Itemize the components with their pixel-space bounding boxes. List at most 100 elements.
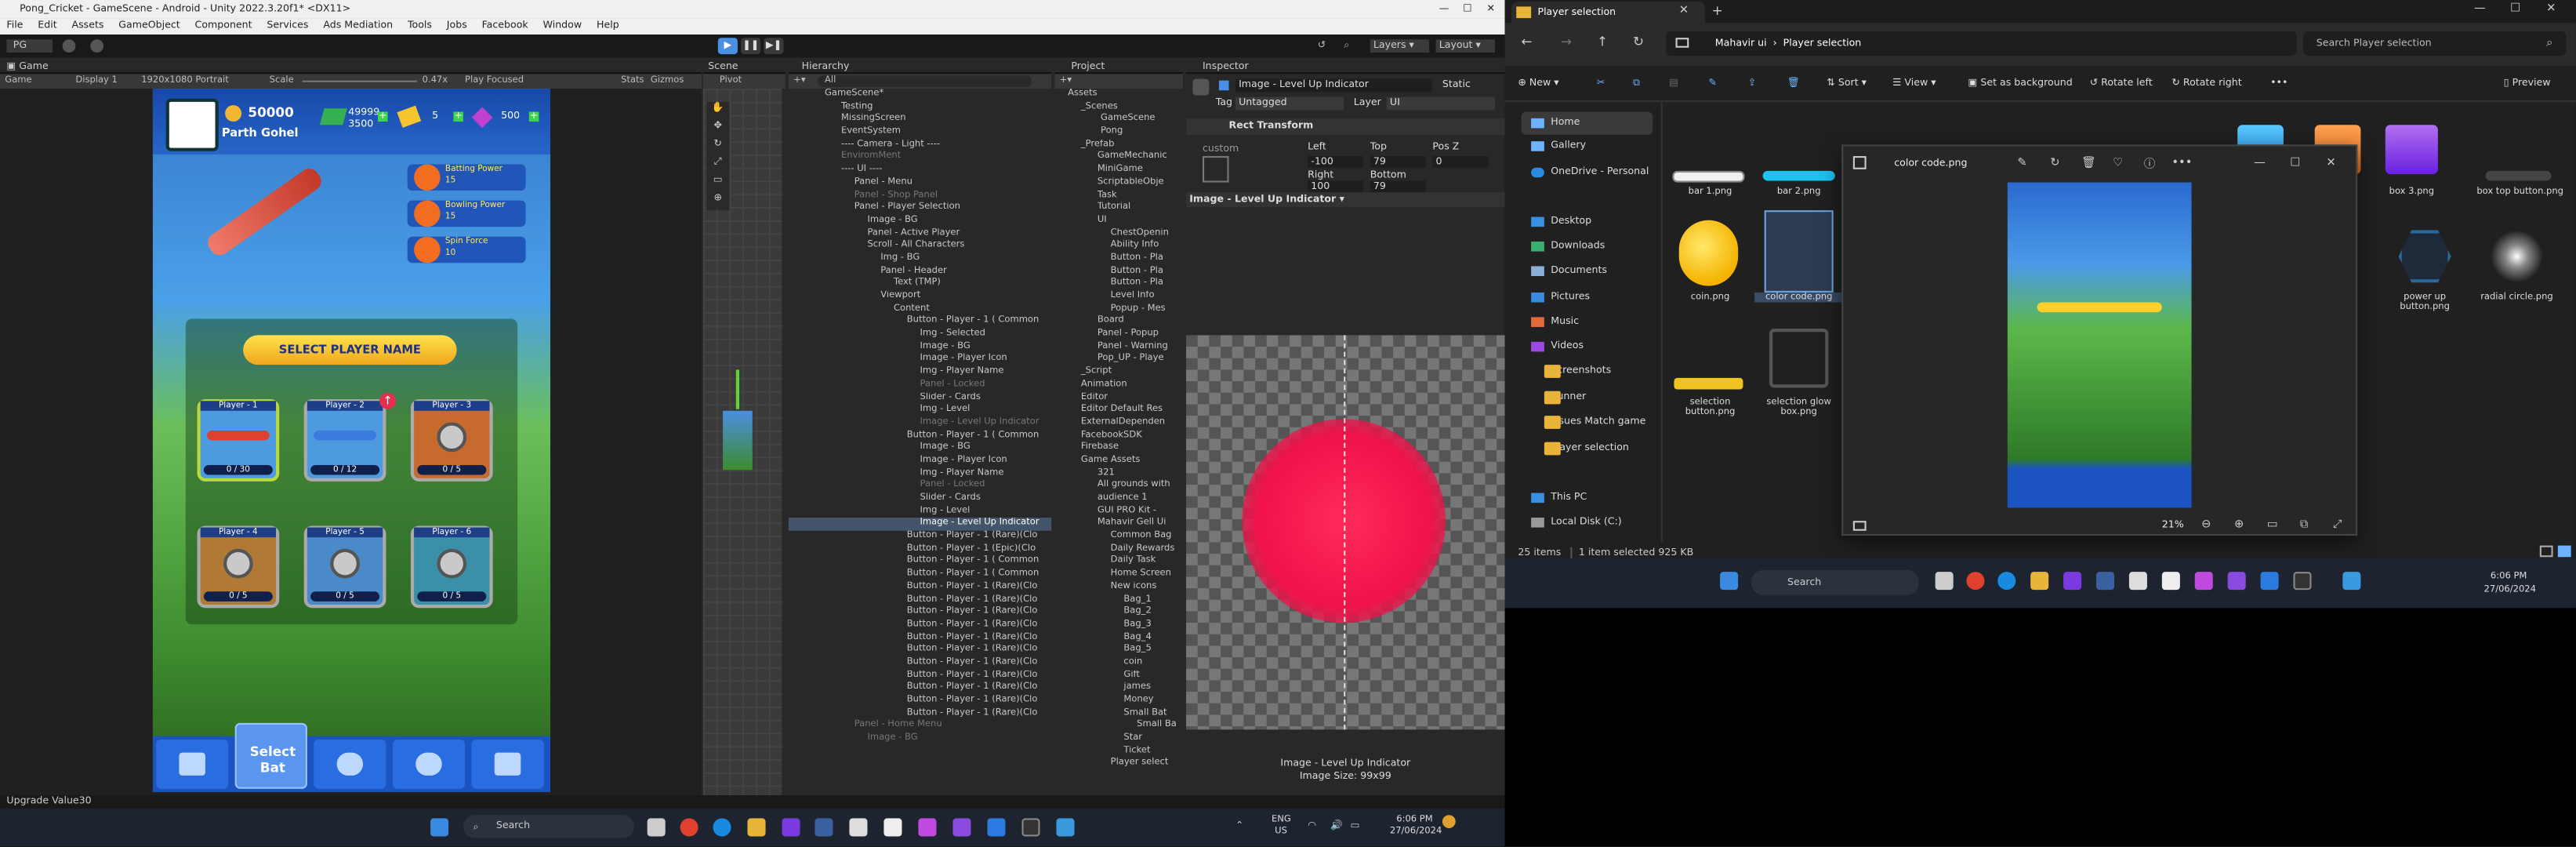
- hierarchy-item[interactable]: Button - Player - 1 (Rare)(Clo: [789, 657, 1051, 670]
- close-tab-icon[interactable]: ✕: [1679, 3, 1689, 16]
- unity-icon[interactable]: [883, 818, 902, 837]
- posz-field[interactable]: 0: [1432, 156, 1489, 168]
- chrome-icon[interactable]: [680, 818, 698, 837]
- app-icon[interactable]: [1056, 818, 1075, 837]
- chrome-icon[interactable]: [1966, 572, 1985, 591]
- pause-button[interactable]: ❚❚: [741, 38, 761, 55]
- hierarchy-item[interactable]: Testing: [789, 101, 1051, 114]
- project-item[interactable]: Bag_5: [1054, 645, 1182, 657]
- rider-icon[interactable]: [918, 818, 937, 837]
- hierarchy-item[interactable]: Text (TMP): [789, 278, 1051, 291]
- app-icon[interactable]: [2260, 572, 2279, 591]
- project-item[interactable]: Daily Task: [1054, 556, 1182, 569]
- new-tab-icon[interactable]: +: [1712, 3, 1723, 18]
- viewer-maximize-icon[interactable]: ☐: [2290, 156, 2300, 169]
- viewer-close-icon[interactable]: ✕: [2326, 156, 2335, 169]
- set-background-button[interactable]: ▣ Set as background: [1968, 77, 2073, 89]
- project-item[interactable]: Level Info: [1054, 291, 1182, 304]
- game-view[interactable]: 50000 Parth Gohel 49999 3500 + 5 + 500 +…: [152, 89, 551, 792]
- hierarchy-item[interactable]: Panel - Active Player: [789, 227, 1051, 240]
- view-button[interactable]: ☰ View ▾: [1892, 77, 1936, 89]
- minimize-button[interactable]: —: [1439, 0, 1449, 18]
- hierarchy-item[interactable]: Button - Player - 1 (Rare)(Clo: [789, 632, 1051, 645]
- hierarchy-item[interactable]: ---- UI ----: [789, 165, 1051, 177]
- rect-transform-header[interactable]: Rect Transform: [1186, 118, 1505, 135]
- task-view-icon[interactable]: [1935, 572, 1954, 591]
- tag-dropdown[interactable]: Untagged: [1235, 96, 1344, 111]
- player-card-3[interactable]: Player - 3 0 / 5: [410, 399, 493, 482]
- tab-game[interactable]: Game: [19, 61, 48, 73]
- rect-tool-icon[interactable]: ▭: [706, 174, 729, 192]
- hierarchy-item[interactable]: Img - Level: [789, 405, 1051, 417]
- layer-dropdown[interactable]: UI: [1386, 96, 1495, 111]
- more-options-icon[interactable]: •••: [2270, 77, 2288, 89]
- project-item[interactable]: Ability Info: [1054, 240, 1182, 253]
- hierarchy-item[interactable]: EnviromMent: [789, 152, 1051, 165]
- project-item[interactable]: Bag_2: [1054, 607, 1182, 620]
- history-icon[interactable]: ↺: [1318, 39, 1334, 53]
- right-field[interactable]: 100: [1308, 180, 1364, 193]
- project-item[interactable]: Panel - Popup: [1054, 329, 1182, 341]
- menu-assets[interactable]: Assets: [72, 20, 104, 31]
- hierarchy-item[interactable]: Viewport: [789, 291, 1051, 304]
- project-item[interactable]: Bag_4: [1054, 632, 1182, 645]
- player-card-4[interactable]: Player - 4 0 / 5: [197, 525, 280, 609]
- display-dropdown[interactable]: Display 1: [75, 74, 118, 89]
- fit-icon[interactable]: ⧉: [2300, 518, 2308, 533]
- app-icon[interactable]: [815, 818, 833, 837]
- project-item[interactable]: coin: [1054, 657, 1182, 670]
- hierarchy-item[interactable]: GameScene*: [789, 89, 1051, 101]
- explorer-icon[interactable]: [2030, 572, 2049, 591]
- file-selection-button[interactable]: selection button.png: [1666, 398, 1754, 417]
- rename-icon[interactable]: ✎: [1708, 77, 1717, 89]
- taskbar-search[interactable]: Search: [463, 815, 634, 838]
- anchor-preset-button[interactable]: [1202, 156, 1229, 183]
- rotate-left-button[interactable]: ↺ Rotate left: [2090, 77, 2153, 89]
- project-item[interactable]: james: [1054, 682, 1182, 695]
- menu-component[interactable]: Component: [195, 20, 252, 31]
- breadcrumb-item[interactable]: Player selection: [1783, 38, 1862, 49]
- hierarchy-item[interactable]: Panel - Locked: [789, 380, 1051, 392]
- start-icon[interactable]: [1720, 572, 1739, 591]
- project-item[interactable]: Pop_UP - Playe: [1054, 354, 1182, 366]
- hierarchy-item[interactable]: Button - Player - 1 (Rare)(Clo: [789, 607, 1051, 620]
- back-icon[interactable]: ←: [1522, 35, 1533, 49]
- sidebar-item-videos[interactable]: Videos: [1522, 335, 1584, 358]
- start-icon[interactable]: [430, 818, 449, 837]
- project-item[interactable]: Bag_1: [1054, 594, 1182, 606]
- scale-tool-icon[interactable]: ⤢: [706, 156, 729, 174]
- clock-time[interactable]: 6:06 PM: [1396, 815, 1432, 825]
- viewer-image[interactable]: [2007, 182, 2192, 508]
- gift-nav-button[interactable]: [471, 739, 544, 789]
- tab-inspector[interactable]: Inspector: [1186, 61, 1249, 73]
- menu-services[interactable]: Services: [267, 20, 308, 31]
- project-item[interactable]: Button - Pla: [1054, 278, 1182, 291]
- account-dropdown[interactable]: PG: [6, 39, 53, 53]
- copy-icon[interactable]: ⧉: [1633, 77, 1640, 90]
- sidebar-item-player-selection[interactable]: Player selection: [1522, 437, 1629, 460]
- task-view-icon[interactable]: [647, 818, 666, 837]
- share-icon[interactable]: ⇪: [1748, 77, 1757, 89]
- play-focused-dropdown[interactable]: Play Focused: [465, 74, 524, 89]
- zoom-in-icon[interactable]: ⊕: [2234, 518, 2244, 531]
- file-bar1[interactable]: bar 1.png: [1666, 187, 1754, 198]
- hierarchy-item[interactable]: ---- Camera - Light ----: [789, 140, 1051, 152]
- hierarchy-item-selected[interactable]: Image - Level Up Indicator: [788, 518, 1052, 531]
- view-tool-icon[interactable]: ✋: [706, 102, 729, 120]
- app-icon[interactable]: [2095, 572, 2115, 591]
- hierarchy-item[interactable]: Button - Player - 1 (Rare)(Clo: [789, 594, 1051, 606]
- rotate-tool-icon[interactable]: ↻: [706, 138, 729, 156]
- paste-icon[interactable]: ▤: [1669, 77, 1678, 89]
- hierarchy-item[interactable]: Button - Player - 1 (Epic)(Clo: [789, 543, 1051, 556]
- sidebar-item-gallery[interactable]: Gallery: [1522, 135, 1586, 158]
- delete-icon[interactable]: 🗑: [2081, 156, 2096, 169]
- hierarchy-item[interactable]: Image - BG: [789, 215, 1051, 227]
- more-icon[interactable]: •••: [2171, 156, 2192, 169]
- hierarchy-item[interactable]: Panel - Locked: [789, 480, 1051, 493]
- edge-icon[interactable]: [713, 818, 731, 837]
- fullscreen-icon[interactable]: ⤢: [2333, 518, 2342, 533]
- project-item[interactable]: Animation: [1054, 380, 1182, 392]
- sidebar-item-home[interactable]: Home: [1521, 111, 1653, 135]
- hierarchy-item[interactable]: Image - BG: [789, 341, 1051, 354]
- hierarchy-item[interactable]: EventSystem: [789, 126, 1051, 139]
